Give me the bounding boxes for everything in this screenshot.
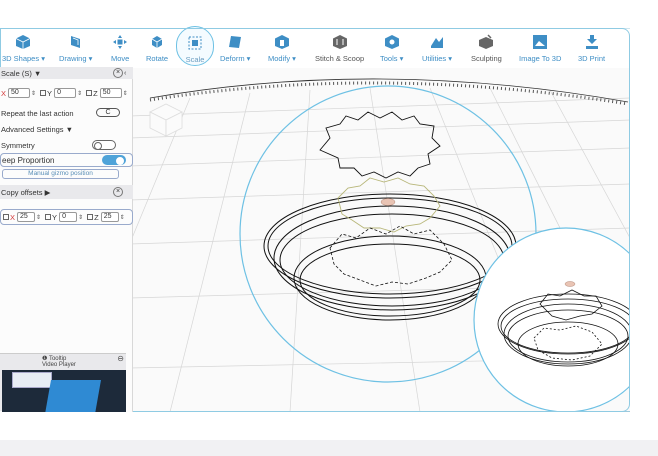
toolbar-modify[interactable]: Modify ▾ <box>268 29 296 69</box>
toolbar-label: Drawing ▾ <box>59 54 93 63</box>
toolbar-tools[interactable]: Tools ▾ <box>380 29 403 69</box>
keep-proportion-toggle[interactable] <box>102 155 126 165</box>
utilities-icon <box>431 37 444 48</box>
toolbar-label: Scale <box>185 55 205 64</box>
copy-z-label: Z <box>94 212 99 222</box>
toolbar-stitch-scoop[interactable]: Stitch & Scoop <box>315 29 364 69</box>
copy-z-input[interactable]: 25 <box>100 212 119 222</box>
copy-y-input[interactable]: 0 <box>59 212 78 222</box>
symmetry-row: Symmetry <box>0 139 133 151</box>
stitch-icon <box>332 35 347 49</box>
scale-values-row: X 50 ⇕ Y 0 ⇕ Z 50 ⇕ <box>0 87 133 99</box>
bottom-bar <box>0 440 658 456</box>
minimize-icon[interactable]: ⊖ <box>117 354 124 363</box>
keep-proportion-row: eep Proportion <box>0 153 133 167</box>
modify-icon <box>274 35 289 49</box>
toolbar-label: Sculpting <box>471 54 502 63</box>
toolbar-deform[interactable]: Deform ▾ <box>220 29 250 69</box>
toolbar-move[interactable]: Move <box>111 29 129 69</box>
toolbar-label: Stitch & Scoop <box>315 54 365 63</box>
panel-header: Scale (S) ▼ × <box>0 67 133 79</box>
tooltip-panel: ❶ Tooltip Video Player ⊖ <box>0 353 126 412</box>
copy-x-stepper-icon[interactable]: ⇕ <box>36 214 41 221</box>
close-icon[interactable]: × <box>113 68 123 78</box>
close-icon[interactable]: × <box>113 187 123 197</box>
toolbar-scale[interactable]: Scale <box>176 26 214 66</box>
copy-y-label: Y <box>52 212 58 222</box>
copy-y-checkbox[interactable] <box>45 214 52 220</box>
cube-icon <box>16 35 31 49</box>
move-icon <box>113 35 128 49</box>
toolbar-sculpting[interactable]: Sculpting <box>471 29 502 69</box>
repeat-label: Repeat the last action <box>1 108 74 118</box>
x-value-input[interactable]: 50 <box>8 88 31 98</box>
main-toolbar: 3D Shapes ▾ Drawing ▾ Move Rotate Scale … <box>0 26 630 69</box>
toolbar-utilities[interactable]: Utilities ▾ <box>422 29 452 69</box>
keep-proportion-label: eep Proportion <box>2 155 55 165</box>
y-value-input[interactable]: 0 <box>54 88 77 98</box>
z-value-input[interactable]: 50 <box>99 88 122 98</box>
deform-icon <box>229 36 242 48</box>
image-icon <box>533 35 548 49</box>
z-stepper-icon[interactable]: ⇕ <box>123 90 128 97</box>
video-thumbnail <box>12 372 52 388</box>
z-axis-label: Z <box>93 88 98 98</box>
video-thumbnail <box>45 380 101 412</box>
toolbar-label: Move <box>111 54 130 63</box>
tools-icon <box>384 35 399 49</box>
copy-z-checkbox[interactable] <box>87 214 94 220</box>
manual-gizmo-button[interactable]: Manual gizmo position <box>2 169 119 179</box>
scale-icon <box>188 36 202 50</box>
toolbar-rotate[interactable]: Rotate <box>146 29 168 69</box>
copy-y-stepper-icon[interactable]: ⇕ <box>78 214 83 221</box>
panel-title: Scale (S) ▼ <box>1 68 42 78</box>
pen-icon <box>70 36 80 48</box>
toolbar-label: Rotate <box>146 54 169 63</box>
copy-z-stepper-icon[interactable]: ⇕ <box>120 214 125 221</box>
copy-x-checkbox[interactable] <box>3 214 9 220</box>
y-checkbox[interactable] <box>40 90 47 96</box>
sculpt-icon <box>479 34 494 49</box>
repeat-button[interactable]: C <box>96 108 120 117</box>
toolbar-label: 3D Print <box>578 54 606 63</box>
toolbar-label: Tools ▾ <box>380 54 404 63</box>
scale-panel: Scale (S) ▼ × X 50 ⇕ Y 0 ⇕ Z 50 ⇕ Repeat… <box>0 67 133 412</box>
panel-collapse-icon[interactable]: ‹ <box>124 70 132 78</box>
toolbar-label: Utilities ▾ <box>422 54 453 63</box>
toolbar-drawing[interactable]: Drawing ▾ <box>59 29 92 69</box>
x-axis-label: X <box>1 88 7 98</box>
toolbar-image-to-3d[interactable]: Image To 3D <box>519 29 561 69</box>
print-icon <box>585 35 598 49</box>
toolbar-label: 3D Shapes ▾ <box>2 54 45 63</box>
video-player-label: Video Player <box>42 362 76 368</box>
advanced-settings-label: Advanced Settings ▼ <box>1 124 74 134</box>
toolbar-label: Deform ▾ <box>220 54 251 63</box>
rotate-icon <box>151 36 163 48</box>
z-checkbox[interactable] <box>86 90 93 96</box>
tooltip-title-row: ❶ Tooltip <box>42 355 66 362</box>
copy-offsets-header[interactable]: Copy offsets ▶ × <box>0 185 133 199</box>
video-player[interactable] <box>2 370 126 412</box>
copy-x-input[interactable]: 25 <box>17 212 36 222</box>
app-window: 3D Shapes ▾ Drawing ▾ Move Rotate Scale … <box>0 0 658 456</box>
toolbar-label: Modify ▾ <box>268 54 296 63</box>
copy-x-label: X <box>10 212 16 222</box>
y-stepper-icon[interactable]: ⇕ <box>77 90 82 97</box>
repeat-row: Repeat the last action C <box>0 107 133 119</box>
copy-offsets-row: X 25 ⇕ Y 0 ⇕ Z 25 ⇕ <box>0 209 133 225</box>
symmetry-toggle[interactable] <box>92 140 116 150</box>
toolbar-3d-shapes[interactable]: 3D Shapes ▾ <box>2 29 45 69</box>
toolbar-3d-print[interactable]: 3D Print <box>578 29 605 69</box>
toolbar-label: Image To 3D <box>519 54 562 63</box>
x-stepper-icon[interactable]: ⇕ <box>31 90 36 97</box>
symmetry-label: Symmetry <box>1 140 35 150</box>
copy-offsets-label: Copy offsets ▶ <box>1 187 51 197</box>
y-axis-label: Y <box>47 88 53 98</box>
advanced-settings-row[interactable]: Advanced Settings ▼ <box>0 123 133 135</box>
